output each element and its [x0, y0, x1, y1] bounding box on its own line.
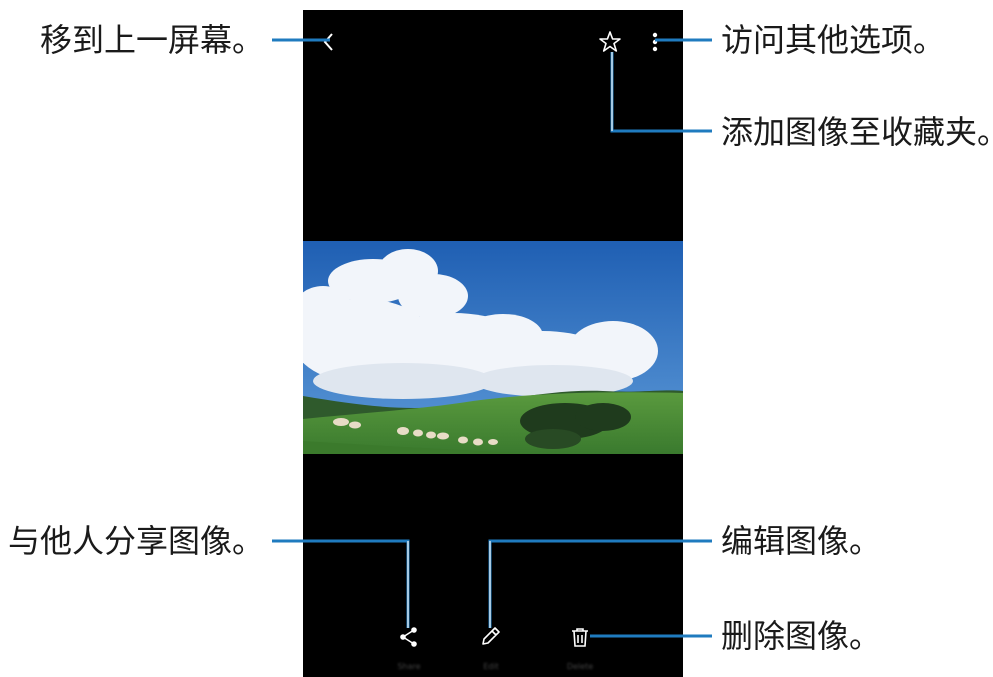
edit-tab-label: Edit — [483, 662, 499, 671]
back-callout: 移到上一屏幕。 — [40, 21, 265, 59]
favorite-callout: 添加图像至收藏夹。 — [721, 113, 993, 151]
edit-pencil-icon[interactable] — [479, 624, 503, 648]
delete-callout: 删除图像。 — [721, 617, 882, 655]
edit-callout: 编辑图像。 — [721, 522, 882, 560]
gallery-image — [303, 241, 683, 454]
delete-trash-icon[interactable] — [569, 626, 591, 648]
more-options-icon[interactable] — [649, 30, 661, 54]
back-icon[interactable] — [317, 30, 341, 54]
share-icon[interactable] — [398, 626, 420, 648]
more-options-callout: 访问其他选项。 — [721, 21, 946, 59]
share-tab-label: Share — [397, 662, 421, 671]
star-icon[interactable] — [597, 29, 623, 55]
share-callout: 与他人分享图像。 — [8, 522, 265, 560]
delete-tab-label: Delete — [566, 662, 594, 671]
phone-screen: Share Edit Delete — [303, 10, 683, 677]
